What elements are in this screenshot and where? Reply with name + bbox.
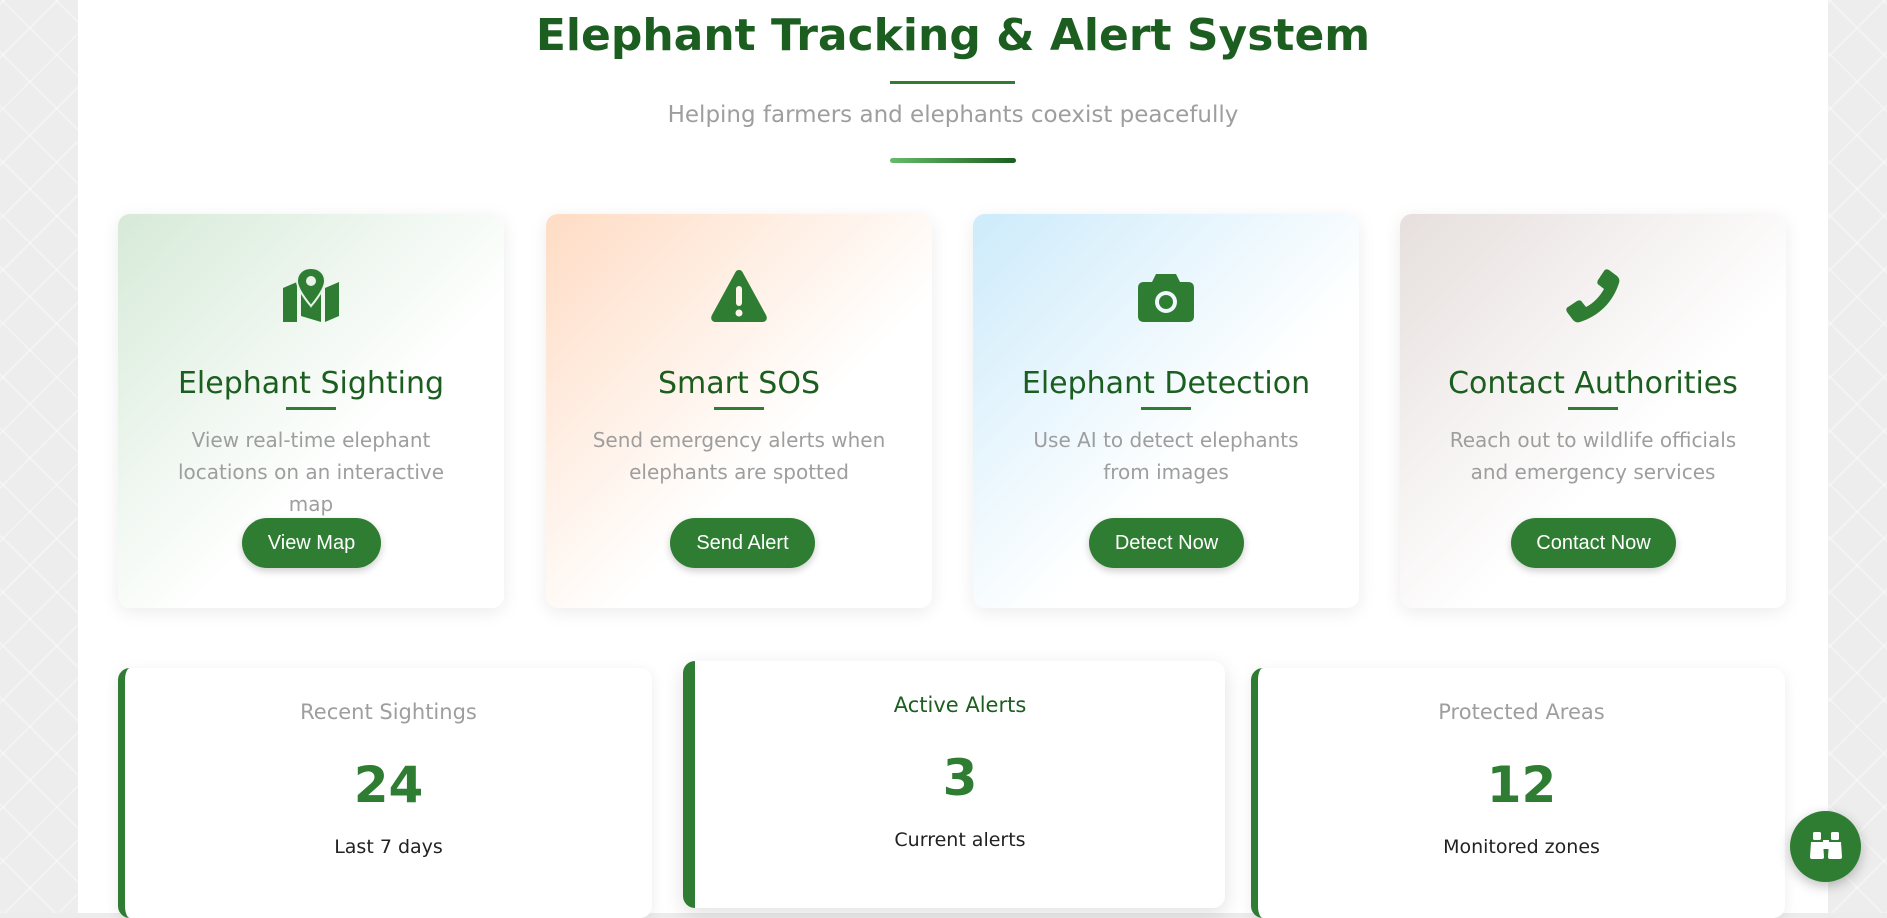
card-contact-authorities: Contact Authorities Reach out to wildlif… bbox=[1400, 214, 1786, 608]
card-description: View real-time elephant locations on an … bbox=[177, 428, 445, 516]
title-underline bbox=[890, 81, 1015, 84]
binoculars-icon bbox=[1809, 830, 1843, 864]
phone-icon bbox=[1563, 268, 1623, 324]
card-title: Contact Authorities bbox=[1448, 366, 1738, 401]
stat-protected-areas: Protected Areas 12 Monitored zones bbox=[1251, 668, 1785, 918]
view-map-button[interactable]: View Map bbox=[242, 518, 381, 568]
stat-value: 3 bbox=[942, 749, 978, 807]
card-underline bbox=[286, 407, 336, 410]
card-title: Elephant Sighting bbox=[177, 366, 445, 401]
card-title: Smart SOS bbox=[658, 366, 820, 401]
main-container: Elephant Tracking & Alert System Helping… bbox=[78, 0, 1828, 918]
card-description: Send emergency alerts when elephants are… bbox=[592, 428, 886, 484]
card-smart-sos: Smart SOS Send emergency alerts when ele… bbox=[546, 214, 932, 608]
card-elephant-sighting: Elephant Sighting View real-time elephan… bbox=[118, 214, 504, 608]
card-underline bbox=[1141, 407, 1191, 410]
stat-active-alerts: Active Alerts 3 Current alerts bbox=[683, 661, 1225, 908]
send-alert-button[interactable]: Send Alert bbox=[670, 518, 815, 568]
map-location-icon bbox=[281, 266, 341, 324]
stat-value: 24 bbox=[353, 756, 424, 814]
card-title: Elephant Detection bbox=[1021, 366, 1311, 401]
card-description: Reach out to wildlife officials and emer… bbox=[1449, 428, 1737, 484]
binoculars-fab-button[interactable] bbox=[1790, 811, 1861, 882]
stat-label: Recent Sightings bbox=[300, 700, 477, 724]
contact-now-button[interactable]: Contact Now bbox=[1511, 518, 1676, 568]
stat-value: 12 bbox=[1486, 756, 1557, 814]
card-underline bbox=[1568, 407, 1618, 410]
card-underline bbox=[714, 407, 764, 410]
stat-subtext: Monitored zones bbox=[1443, 836, 1600, 858]
stat-subtext: Current alerts bbox=[894, 829, 1026, 851]
stat-label: Protected Areas bbox=[1438, 700, 1605, 724]
detect-now-button[interactable]: Detect Now bbox=[1089, 518, 1244, 568]
page-subtitle: Helping farmers and elephants coexist pe… bbox=[667, 102, 1239, 128]
subtitle-divider bbox=[890, 158, 1016, 163]
card-elephant-detection: Elephant Detection Use AI to detect elep… bbox=[973, 214, 1359, 608]
stat-recent-sightings: Recent Sightings 24 Last 7 days bbox=[118, 668, 652, 918]
card-description: Use AI to detect elephants from images bbox=[1033, 428, 1299, 484]
camera-icon bbox=[1136, 268, 1196, 324]
stat-label: Active Alerts bbox=[893, 693, 1027, 717]
warning-triangle-icon bbox=[709, 268, 769, 324]
stat-subtext: Last 7 days bbox=[334, 836, 443, 858]
page-title: Elephant Tracking & Alert System bbox=[535, 10, 1371, 61]
